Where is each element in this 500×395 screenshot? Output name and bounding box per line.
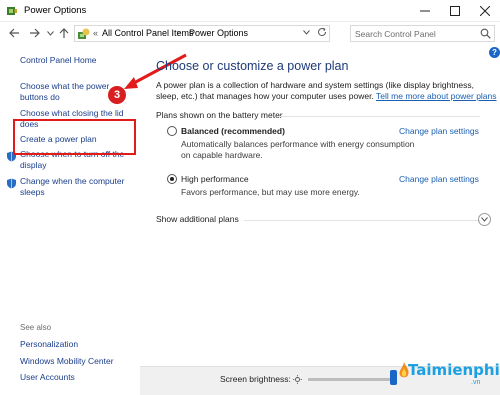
screen-brightness-label: Screen brightness: bbox=[220, 374, 291, 384]
divider bbox=[280, 116, 480, 117]
battery-meter-subheading: Plans shown on the battery meter bbox=[156, 110, 283, 120]
high-performance-plan-description: Favors performance, but may use more ene… bbox=[181, 187, 360, 197]
page-title: Choose or customize a power plan bbox=[156, 59, 349, 73]
balanced-plan-description: Automatically balances performance with … bbox=[181, 139, 415, 160]
chevron-down-icon bbox=[481, 217, 488, 222]
help-button[interactable]: ? bbox=[489, 47, 500, 58]
help-icon: ? bbox=[492, 48, 497, 57]
balanced-change-settings-link[interactable]: Change plan settings bbox=[399, 126, 479, 136]
brightness-low-icon bbox=[293, 375, 302, 384]
balanced-plan-radio[interactable] bbox=[167, 126, 177, 136]
page-description: A power plan is a collection of hardware… bbox=[156, 80, 498, 102]
high-performance-plan-radio[interactable] bbox=[167, 174, 177, 184]
main-content: ? Choose or customize a power plan A pow… bbox=[140, 44, 500, 395]
watermark-text: Taimienphi bbox=[408, 361, 500, 379]
show-additional-plans-label[interactable]: Show additional plans bbox=[156, 214, 239, 224]
expand-additional-plans-button[interactable] bbox=[478, 213, 491, 226]
watermark: Taimienphi .vn bbox=[375, 357, 500, 395]
balanced-plan-name[interactable]: Balanced (recommended) bbox=[181, 126, 285, 136]
watermark-domain: .vn bbox=[471, 379, 481, 386]
power-plans-help-link[interactable]: Tell me more about power plans bbox=[376, 91, 496, 101]
high-performance-change-settings-link[interactable]: Change plan settings bbox=[399, 174, 479, 184]
divider bbox=[244, 220, 480, 221]
high-performance-plan-name[interactable]: High performance bbox=[181, 174, 249, 184]
